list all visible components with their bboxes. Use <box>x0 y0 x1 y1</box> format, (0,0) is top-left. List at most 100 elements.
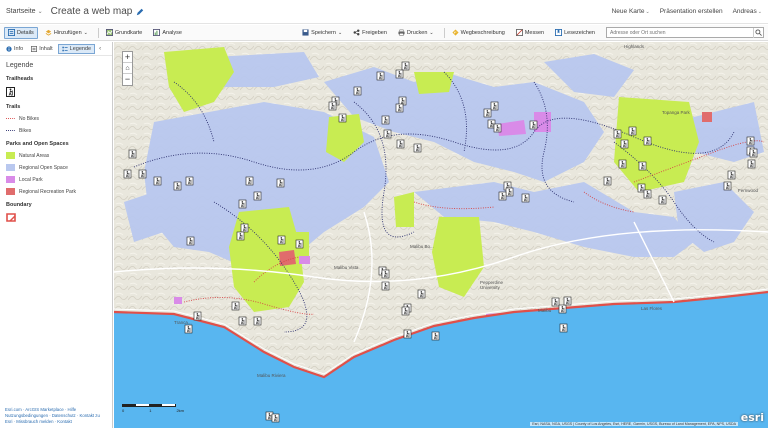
trailhead-marker-icon[interactable] <box>238 199 247 209</box>
place-label: Malibu Bo... <box>410 244 434 249</box>
trailhead-marker-icon[interactable] <box>231 301 240 311</box>
trailhead-marker-icon[interactable] <box>563 296 572 306</box>
user-menu[interactable]: Andreas⌄ <box>733 8 762 15</box>
trailhead-marker-icon[interactable] <box>276 178 285 188</box>
trailhead-marker-icon[interactable] <box>747 159 756 169</box>
directions-button[interactable]: Wegbeschreibung <box>448 27 509 39</box>
print-label: Drucken <box>406 29 428 36</box>
trailhead-marker-icon[interactable] <box>186 236 195 246</box>
add-button[interactable]: Hinzufügen ⌄ <box>41 27 92 39</box>
trailhead-marker-icon[interactable] <box>521 193 530 203</box>
trailhead-marker-icon[interactable] <box>505 187 514 197</box>
details-button[interactable]: Details <box>4 26 38 39</box>
trailhead-marker-icon[interactable] <box>328 101 337 111</box>
trailhead-marker-icon[interactable] <box>381 281 390 291</box>
home-menu[interactable]: Startseite ⌄ <box>6 8 43 15</box>
trailhead-marker-icon[interactable] <box>184 324 193 334</box>
trailhead-marker-icon[interactable] <box>381 115 390 125</box>
analysis-button[interactable]: Analyse <box>149 27 186 39</box>
trailhead-marker-icon[interactable] <box>483 108 492 118</box>
trailhead-marker-icon[interactable] <box>240 223 249 233</box>
footer-links-3[interactable]: Esri · Missbrauch melden · Kontakt <box>5 419 109 425</box>
tab-legend[interactable]: Legende <box>57 43 96 54</box>
place-label: Tranca... <box>174 320 192 325</box>
trailhead-marker-icon[interactable] <box>245 176 254 186</box>
bookmarks-button[interactable]: Lesezeichen <box>551 27 599 39</box>
trailhead-marker-icon[interactable] <box>173 181 182 191</box>
trailhead-marker-icon[interactable] <box>236 231 245 241</box>
trailhead-marker-icon[interactable] <box>396 139 405 149</box>
trailhead-marker-icon[interactable] <box>638 161 647 171</box>
trailhead-marker-icon[interactable] <box>193 311 202 321</box>
trailhead-marker-icon[interactable] <box>271 413 280 423</box>
legend-label-local-park: Local Park <box>19 176 43 183</box>
trailhead-marker-icon[interactable] <box>238 316 247 326</box>
trailhead-marker-icon[interactable] <box>295 239 304 249</box>
tab-content[interactable]: Inhalt <box>28 44 55 54</box>
save-button[interactable]: Speichern ⌄ <box>298 27 346 39</box>
trailhead-marker-icon[interactable] <box>413 143 422 153</box>
trailhead-marker-icon[interactable] <box>490 101 499 111</box>
trailhead-marker-icon[interactable] <box>723 181 732 191</box>
trailhead-marker-icon[interactable] <box>138 169 147 179</box>
trailhead-marker-icon[interactable] <box>376 71 385 81</box>
trailhead-marker-icon[interactable] <box>613 129 622 139</box>
print-button[interactable]: Drucken ⌄ <box>394 27 438 39</box>
trailhead-marker-icon[interactable] <box>353 86 362 96</box>
home-extent-button[interactable]: ⌂ <box>123 63 132 74</box>
trailhead-marker-icon[interactable] <box>749 148 758 158</box>
trailhead-marker-icon[interactable] <box>381 269 390 279</box>
trailhead-marker-icon[interactable] <box>643 136 652 146</box>
legend-heading: Legende <box>6 62 34 69</box>
trailhead-marker-icon[interactable] <box>395 103 404 113</box>
trailhead-marker-icon[interactable] <box>643 189 652 199</box>
tab-info[interactable]: Info <box>3 44 26 54</box>
trailhead-marker-icon[interactable] <box>603 176 612 186</box>
trailhead-marker-icon[interactable] <box>417 289 426 299</box>
trailhead-marker-icon[interactable] <box>431 331 440 341</box>
trailhead-marker-icon[interactable] <box>401 306 410 316</box>
trailhead-marker-icon[interactable] <box>658 195 667 205</box>
trailhead-marker-icon[interactable] <box>123 169 132 179</box>
trailhead-marker-icon[interactable] <box>383 129 392 139</box>
map-canvas[interactable] <box>114 42 768 428</box>
zoom-out-button[interactable]: − <box>123 74 132 85</box>
trailhead-marker-icon[interactable] <box>128 149 137 159</box>
content-icon <box>31 45 38 52</box>
pencil-icon[interactable] <box>136 8 144 16</box>
trailhead-marker-icon[interactable] <box>493 123 502 133</box>
search-icon[interactable] <box>753 27 763 38</box>
trailhead-marker-icon[interactable] <box>401 61 410 71</box>
trailhead-marker-icon[interactable] <box>498 191 507 201</box>
dotted-line-navy-icon <box>6 130 15 131</box>
measure-button[interactable]: Messen <box>512 27 548 39</box>
trailhead-marker-icon[interactable] <box>559 323 568 333</box>
trailhead-marker-icon[interactable] <box>395 69 404 79</box>
new-map-menu[interactable]: Neue Karte⌄ <box>612 8 650 15</box>
trailhead-marker-icon[interactable] <box>185 176 194 186</box>
trailhead-marker-icon[interactable] <box>628 126 637 136</box>
trailhead-marker-icon[interactable] <box>746 136 755 146</box>
search-input[interactable] <box>610 29 750 36</box>
trailhead-marker-icon[interactable] <box>529 120 538 130</box>
legend-item-natural-areas: Natural Areas <box>6 152 112 159</box>
presentation-button[interactable]: Präsentation erstellen <box>660 8 723 15</box>
trailhead-marker-icon[interactable] <box>153 176 162 186</box>
trailhead-marker-icon[interactable] <box>558 304 567 314</box>
divider <box>97 27 99 38</box>
collapse-panel-icon[interactable]: ‹ <box>99 46 101 52</box>
trailhead-marker-icon[interactable] <box>618 159 627 169</box>
basemap-button[interactable]: Grundkarte <box>102 27 147 39</box>
trailhead-marker-icon[interactable] <box>277 235 286 245</box>
share-button[interactable]: Freigeben <box>349 27 391 39</box>
trailhead-marker-icon[interactable] <box>253 316 262 326</box>
trailhead-marker-icon[interactable] <box>253 191 262 201</box>
trailhead-marker-icon[interactable] <box>620 139 629 149</box>
trailhead-marker-icon[interactable] <box>727 170 736 180</box>
trailhead-marker-icon[interactable] <box>403 329 412 339</box>
zoom-in-button[interactable]: + <box>123 52 132 63</box>
place-label: Topanga Park <box>662 110 690 115</box>
trailhead-marker-icon[interactable] <box>551 297 560 307</box>
trailhead-marker-icon[interactable] <box>338 113 347 123</box>
map-view[interactable]: Highlands Topanga Park Fernwood Malibu V… <box>114 42 768 428</box>
